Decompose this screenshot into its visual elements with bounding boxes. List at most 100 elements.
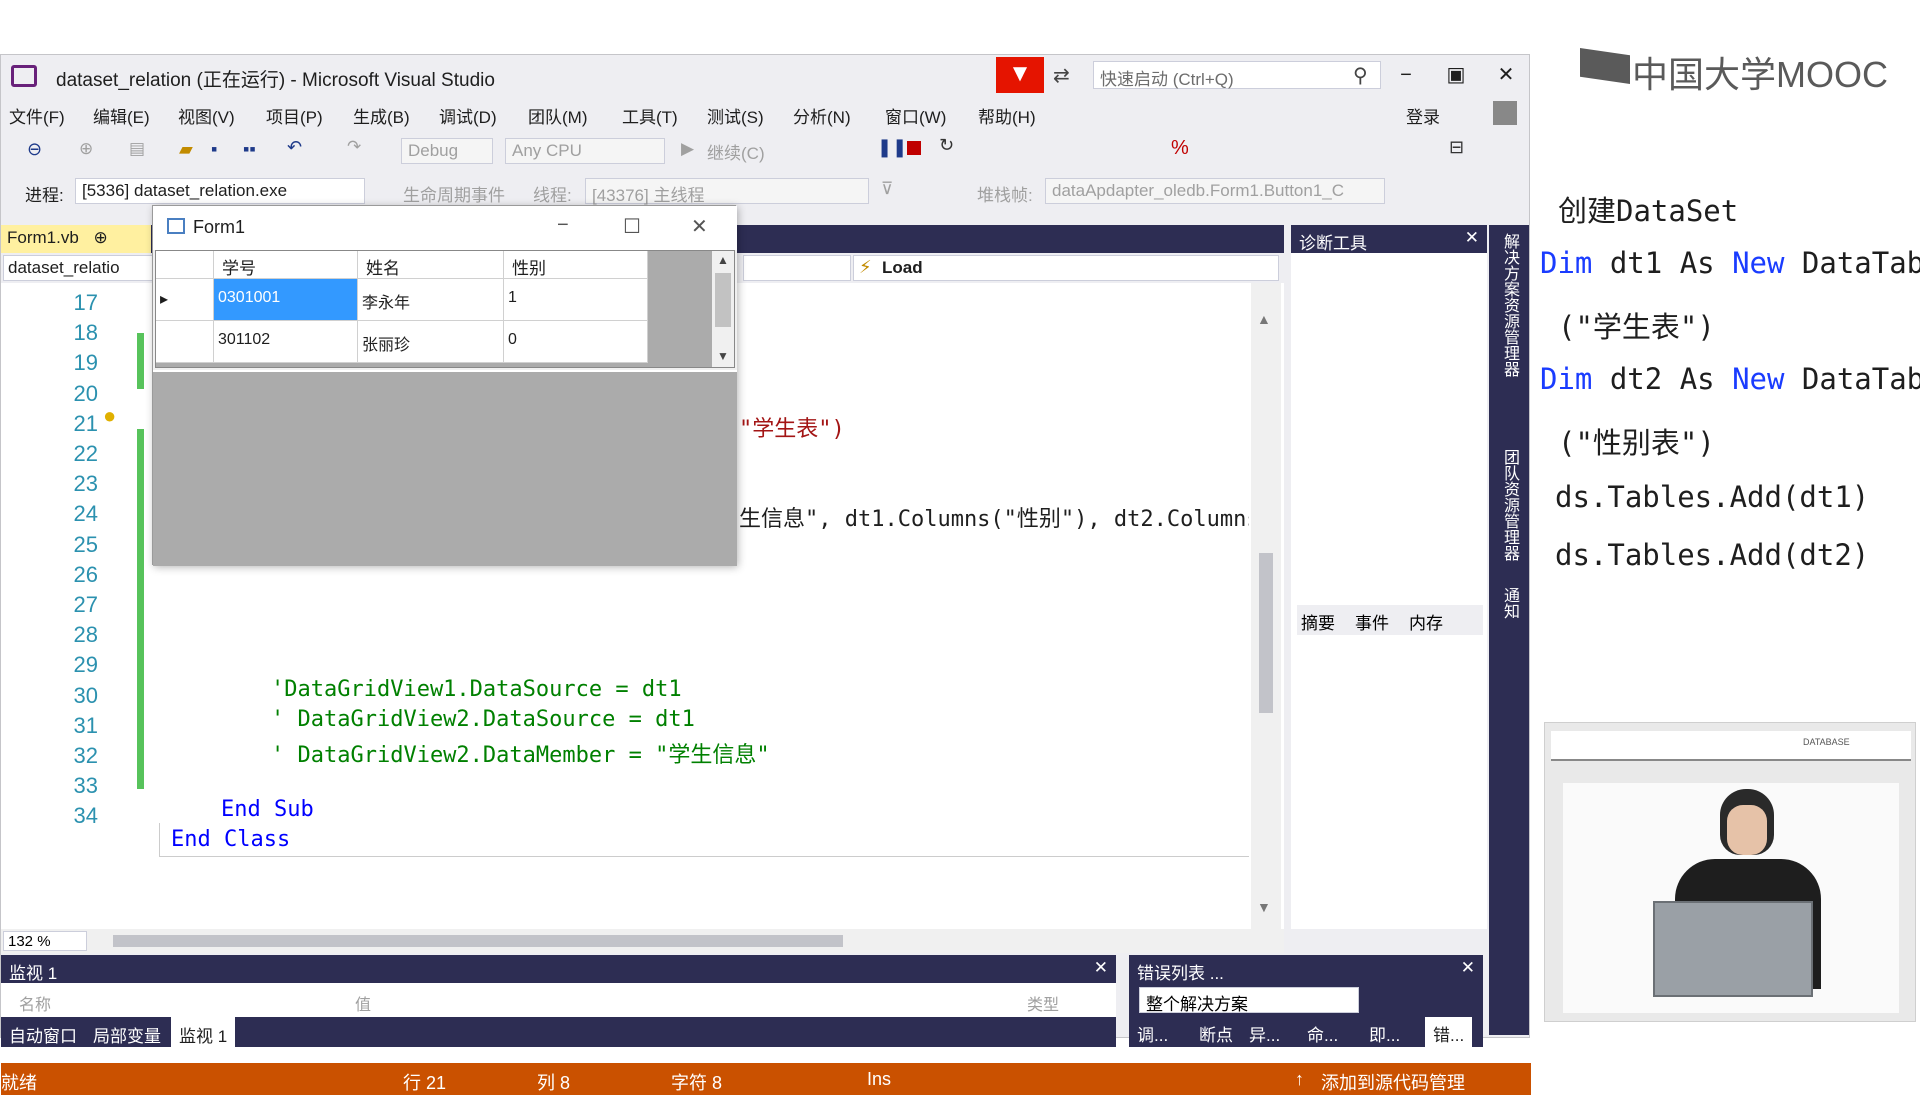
table-cell[interactable]: 0301001 [214, 279, 358, 321]
menu-team[interactable]: 团队(M) [528, 103, 587, 128]
maximize-button[interactable]: ▣ [1436, 63, 1476, 89]
breakpoints-icon[interactable]: % [1171, 137, 1189, 160]
restart-icon[interactable]: ↻ [939, 135, 954, 156]
save-icon[interactable]: ▪ [211, 139, 217, 160]
back-icon[interactable]: ⊖ [27, 139, 42, 160]
diag-tab-events[interactable]: 事件 [1355, 609, 1389, 634]
zoom-dropdown[interactable]: 132 % [3, 931, 87, 951]
menu-tools[interactable]: 工具(T) [622, 103, 678, 128]
method-dropdown[interactable]: Load [853, 255, 1279, 281]
error-scope-dropdown[interactable]: 整个解决方案 [1139, 987, 1359, 1014]
tab-locals[interactable]: 局部变量 [93, 1022, 161, 1047]
error-list-panel: 整个解决方案 调... 断点 异... 命... 即... 错... [1129, 983, 1483, 1050]
menu-build[interactable]: 生成(B) [353, 103, 410, 128]
continue-icon[interactable]: ▶ [681, 139, 694, 159]
menu-window[interactable]: 窗口(W) [885, 103, 946, 128]
tab-form1-vb[interactable]: Form1.vb ⊕ [1, 225, 151, 253]
lifecycle-events-button[interactable]: 生命周期事件 [403, 181, 505, 206]
add-to-source-control-button[interactable]: 添加到源代码管理 [1321, 1069, 1465, 1095]
tab-immediate[interactable]: 即... [1369, 1021, 1400, 1046]
new-project-icon[interactable]: ▤ [129, 139, 145, 159]
tab-debug-output[interactable]: 调... [1137, 1021, 1168, 1046]
diag-tab-memory[interactable]: 内存 [1409, 609, 1443, 634]
menu-project[interactable]: 项目(P) [266, 103, 323, 128]
form-maximize-button[interactable]: ☐ [623, 214, 641, 239]
data-grid-view-2[interactable] [153, 370, 737, 566]
scroll-down-icon[interactable]: ▼ [717, 349, 729, 363]
tab-team-explorer[interactable]: 团队资源管理器 [1497, 449, 1521, 561]
quick-launch-input[interactable]: 快速启动 (Ctrl+Q) [1093, 61, 1381, 89]
grid-vertical-scrollbar[interactable]: ▲ ▼ [712, 251, 734, 367]
error-list-header: 错误列表 ... ✕ [1129, 955, 1483, 983]
grid-scroll-thumb[interactable] [715, 273, 731, 327]
tab-command[interactable]: 命... [1307, 1021, 1338, 1046]
minimize-button[interactable]: − [1386, 63, 1426, 89]
open-icon[interactable]: ▰ [179, 139, 193, 160]
tab-solution-explorer[interactable]: 解决方案资源管理器 [1497, 233, 1521, 377]
form1-title: Form1 [193, 217, 246, 237]
scroll-down-icon[interactable]: ▼ [1257, 899, 1271, 915]
save-all-icon[interactable]: ▪▪ [243, 139, 256, 160]
col-header-name[interactable]: 姓名 [358, 251, 504, 279]
close-icon[interactable]: ✕ [1461, 958, 1475, 978]
table-cell[interactable]: 0 [504, 321, 648, 363]
undo-icon[interactable]: ↶ [287, 137, 302, 158]
vertical-scrollbar[interactable]: ▲ ▼ [1251, 283, 1281, 929]
filter-threads-icon[interactable]: ⊽ [881, 179, 893, 199]
continue-button[interactable]: 继续(C) [707, 139, 765, 164]
pause-icon[interactable]: ❚❚ [877, 137, 907, 158]
menu-file[interactable]: 文件(F) [9, 103, 65, 128]
tab-watch-1[interactable]: 监视 1 [171, 1017, 236, 1047]
table-cell[interactable]: 李永年 [358, 279, 504, 321]
diag-tab-summary[interactable]: 摘要 [1301, 609, 1335, 634]
lightbulb-icon[interactable]: ● [103, 403, 116, 429]
menu-test[interactable]: 测试(S) [707, 103, 764, 128]
thread-dropdown[interactable]: [43376] 主线程 [585, 178, 869, 205]
filter-icon[interactable]: ▼ [996, 57, 1044, 93]
process-dropdown[interactable]: [5336] dataset_relation.exe [75, 178, 365, 204]
close-icon[interactable]: ✕ [1465, 228, 1479, 248]
line-number: 22 [73, 441, 98, 466]
row-selector[interactable] [156, 321, 214, 363]
tab-notifications[interactable]: 通知 [1497, 587, 1521, 619]
account-icon[interactable] [1493, 101, 1517, 125]
menu-help[interactable]: 帮助(H) [978, 103, 1036, 128]
menu-view[interactable]: 视图(V) [178, 103, 235, 128]
row-selector[interactable]: ▸ [156, 279, 214, 321]
table-cell[interactable]: 1 [504, 279, 648, 321]
h-scroll-thumb[interactable] [113, 935, 843, 947]
object-dropdown[interactable] [743, 255, 851, 281]
horizontal-scrollbar[interactable]: 132 % [1, 929, 1284, 953]
col-header-gender[interactable]: 性别 [504, 251, 648, 279]
forward-icon[interactable]: ⊕ [79, 139, 93, 159]
feedback-icon[interactable]: ⇄ [1053, 63, 1070, 88]
menu-edit[interactable]: 编辑(E) [93, 103, 150, 128]
platform-dropdown[interactable]: Any CPU [505, 138, 665, 164]
scroll-thumb[interactable] [1259, 553, 1273, 713]
tab-exceptions[interactable]: 异... [1249, 1021, 1280, 1046]
form-close-button[interactable]: ✕ [691, 214, 708, 239]
menu-analyze[interactable]: 分析(N) [793, 103, 851, 128]
form-minimize-button[interactable]: − [557, 214, 569, 237]
table-cell[interactable]: 张丽珍 [358, 321, 504, 363]
data-grid-view[interactable]: 学号 姓名 性别 ▸ 0301001 李永年 1 301102 张丽珍 0 ▲ … [155, 250, 735, 368]
stop-icon[interactable] [907, 141, 921, 155]
close-icon[interactable]: ✕ [1094, 958, 1108, 978]
config-dropdown[interactable]: Debug [401, 138, 493, 164]
line-number: 19 [73, 350, 98, 376]
scroll-up-icon[interactable]: ▲ [1257, 311, 1271, 327]
pin-icon[interactable]: ⊕ [94, 228, 108, 247]
stack-frame-dropdown[interactable]: dataApdapter_oledb.Form1.Button1_C [1045, 178, 1385, 204]
close-button[interactable]: ✕ [1486, 63, 1526, 89]
table-cell[interactable]: 301102 [214, 321, 358, 363]
tab-error-list[interactable]: 错... [1425, 1017, 1473, 1050]
tab-autos[interactable]: 自动窗口 [9, 1022, 77, 1047]
process-icon[interactable]: ⊟ [1449, 137, 1464, 158]
scroll-up-icon[interactable]: ▲ [717, 253, 729, 267]
menu-debug[interactable]: 调试(D) [439, 103, 497, 128]
tab-breakpoints[interactable]: 断点 [1199, 1021, 1233, 1046]
col-header-id[interactable]: 学号 [214, 251, 358, 279]
redo-icon[interactable]: ↷ [347, 137, 361, 157]
login-link[interactable]: 登录 [1406, 103, 1440, 128]
class-dropdown[interactable]: dataset_relatio [3, 255, 155, 281]
